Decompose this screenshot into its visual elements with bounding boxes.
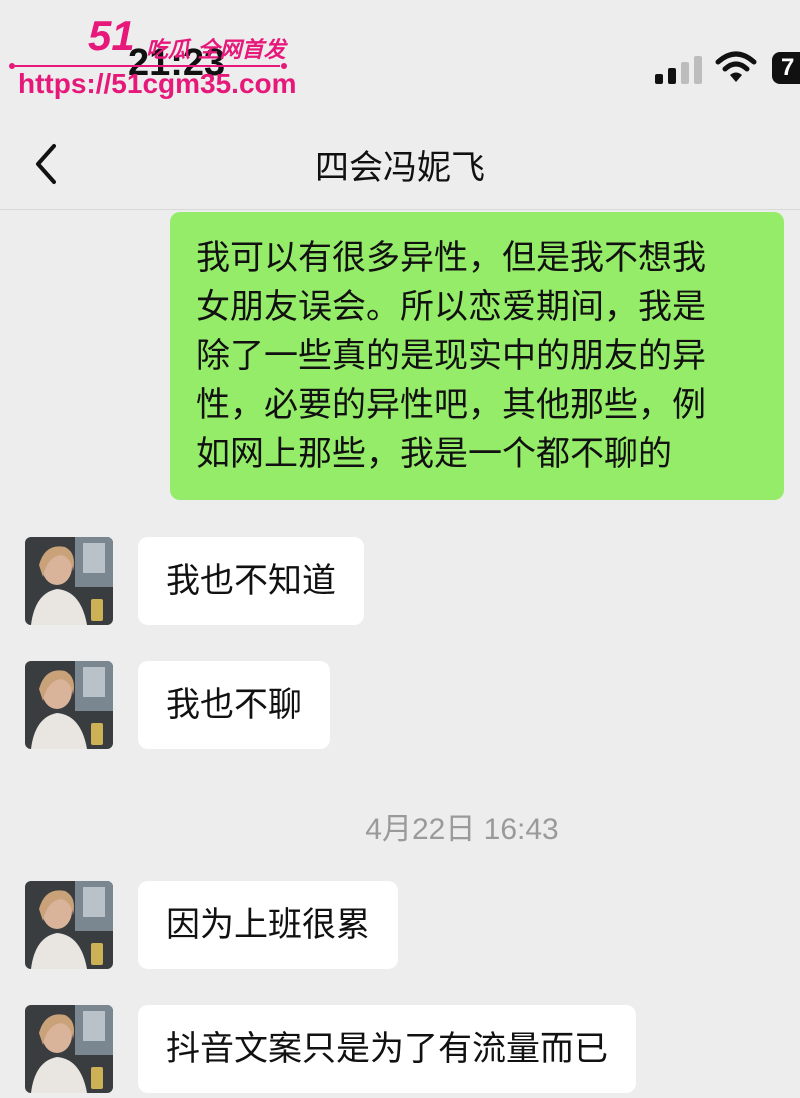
watermark-number: 51 <box>88 12 135 59</box>
wifi-icon <box>715 51 757 82</box>
outgoing-message-bubble[interactable]: 我可以有很多异性，但是我不想我 女朋友误会。所以恋爱期间，我是 除了一些真的是现… <box>170 212 784 500</box>
signal-bars-icon <box>655 56 702 84</box>
incoming-message-bubble[interactable]: 我也不知道 <box>138 537 364 625</box>
incoming-message-row: 抖音文案只是为了有流量而已 <box>0 1005 800 1095</box>
message-line: 除了一些真的是现实中的朋友的异 <box>196 336 706 376</box>
incoming-message-row: 因为上班很累 <box>0 881 800 971</box>
contact-avatar[interactable] <box>25 537 113 625</box>
contact-avatar[interactable] <box>25 881 113 969</box>
message-timestamp: 4月22日 16:43 <box>365 813 559 846</box>
incoming-message-row: 我也不知道 <box>0 537 800 627</box>
incoming-message-bubble[interactable]: 我也不聊 <box>138 661 330 749</box>
contact-avatar[interactable] <box>25 661 113 749</box>
battery-icon: 7 <box>772 52 800 84</box>
incoming-message-bubble[interactable]: 因为上班很累 <box>138 881 398 969</box>
chat-header: 四会冯妮飞 <box>0 118 800 210</box>
message-line: 如网上那些，我是一个都不聊的 <box>196 434 672 474</box>
contact-avatar[interactable] <box>25 1005 113 1093</box>
incoming-message-row: 我也不聊 <box>0 661 800 751</box>
chat-title: 四会冯妮飞 <box>315 148 485 188</box>
chat-screen: 21:23 7 51 吃瓜 全网首发 https://51cgm35.com 四… <box>0 0 800 1098</box>
message-line: 女朋友误会。所以恋爱期间，我是 <box>196 287 706 327</box>
watermark-url: https://51cgm35.com <box>18 68 297 99</box>
watermark-tagline: 吃瓜 全网首发 <box>146 38 286 63</box>
message-line: 我可以有很多异性，但是我不想我 <box>196 238 706 278</box>
incoming-message-bubble[interactable]: 抖音文案只是为了有流量而已 <box>138 1005 636 1093</box>
watermark: 51 吃瓜 全网首发 https://51cgm35.com <box>8 12 298 107</box>
message-line: 性，必要的异性吧，其他那些，例 <box>196 385 706 425</box>
